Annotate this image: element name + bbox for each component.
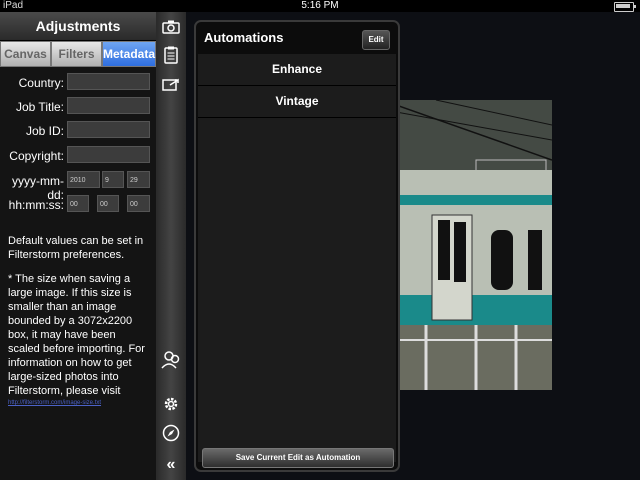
- gear-icon[interactable]: [160, 393, 182, 415]
- automations-list: Enhance Vintage: [198, 54, 396, 462]
- status-time: 5:16 PM: [301, 0, 339, 11]
- second-field[interactable]: 00: [127, 195, 150, 212]
- job-id-label: Job ID:: [25, 124, 64, 138]
- clipboard-icon[interactable]: [160, 44, 182, 66]
- copyright-field[interactable]: [67, 146, 150, 163]
- defaults-note: Default values can be set in Filterstorm…: [8, 235, 144, 261]
- status-bar: iPad 5:16 PM: [0, 0, 640, 12]
- adjustment-tabs: Canvas Filters Metadata: [0, 41, 157, 67]
- automation-item-enhance[interactable]: Enhance: [198, 54, 396, 86]
- automations-title: Automations: [204, 30, 284, 45]
- collapse-icon[interactable]: «: [160, 454, 182, 476]
- tab-canvas[interactable]: Canvas: [0, 41, 51, 67]
- time-label: hh:mm:ss:: [8, 198, 64, 212]
- export-icon[interactable]: [160, 74, 182, 96]
- compass-icon[interactable]: [160, 422, 182, 444]
- month-field[interactable]: 9: [102, 171, 124, 188]
- camera-icon[interactable]: [160, 16, 182, 38]
- job-title-field[interactable]: [67, 97, 150, 114]
- minute-field[interactable]: 00: [97, 195, 119, 212]
- tool-strip: «: [156, 12, 186, 480]
- job-title-label: Job Title:: [15, 100, 64, 114]
- country-label: Country:: [18, 76, 64, 90]
- year-field[interactable]: 2010: [67, 171, 100, 188]
- tab-filters[interactable]: Filters: [51, 41, 102, 67]
- photo-preview[interactable]: [396, 100, 552, 390]
- filterstorm-link[interactable]: http://filterstorm.com/image-size.txt: [8, 398, 150, 408]
- size-note: * The size when saving a large image. If…: [8, 272, 150, 408]
- battery-icon: [614, 2, 636, 12]
- size-note-text: * The size when saving a large image. If…: [8, 273, 145, 397]
- country-field[interactable]: [67, 73, 150, 90]
- hour-field[interactable]: 00: [67, 195, 89, 212]
- people-icon[interactable]: [160, 348, 182, 370]
- copyright-label: Copyright:: [9, 149, 64, 163]
- save-automation-button[interactable]: Save Current Edit as Automation: [202, 448, 394, 468]
- day-field[interactable]: 29: [127, 171, 150, 188]
- edit-button[interactable]: Edit: [362, 30, 390, 50]
- tab-metadata[interactable]: Metadata: [102, 41, 157, 67]
- automation-item-vintage[interactable]: Vintage: [198, 86, 396, 118]
- automations-popover: Automations Edit Enhance Vintage Save Cu…: [194, 20, 400, 472]
- adjustments-panel: Adjustments Canvas Filters Metadata Coun…: [0, 12, 157, 480]
- job-id-field[interactable]: [67, 121, 150, 138]
- panel-title: Adjustments: [0, 12, 156, 41]
